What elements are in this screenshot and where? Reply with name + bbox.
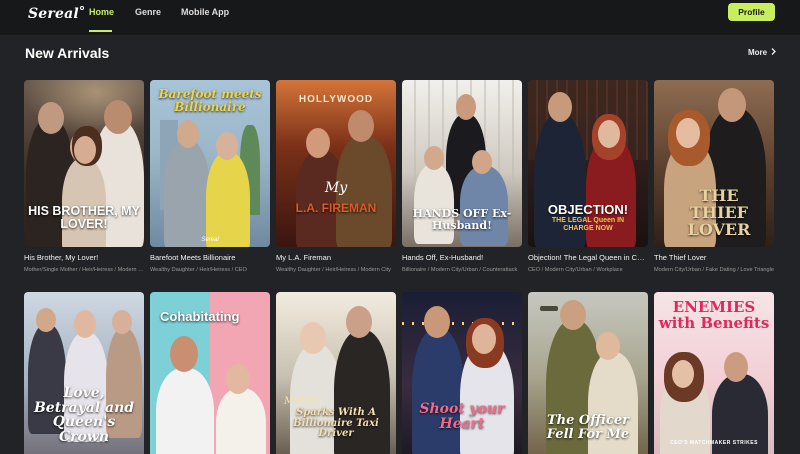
card-tags: Billionaire / Modern City/Urban / Counte… [402, 267, 518, 273]
nav-genre[interactable]: Genre [135, 7, 161, 17]
cover-sign: HOLLYWOOD [298, 94, 374, 105]
cover-title: Sparks With A Billionaire Taxi Driver [293, 407, 379, 439]
nav-home[interactable]: Home [89, 7, 114, 17]
card-tags: Wealthy Daughter / Heir/Heiress / CEO [150, 267, 247, 273]
chevron-right-icon [771, 48, 777, 57]
cover-subtitle: My [324, 180, 348, 196]
card-cover[interactable]: The Officer Fell For Me [528, 292, 648, 454]
cover-subtitle: THE LEGAL Queen IN CHARGE NOW [551, 217, 625, 233]
card-tags: Wealthy Daughter / Heir/Heiress / Modern… [276, 267, 391, 273]
section-title: New Arrivals [25, 45, 110, 61]
cover-title: ENEMIES with Benefits [658, 298, 770, 332]
cover-title: Love, Betrayal and Queen's Crown [33, 385, 135, 446]
top-nav: Sereal Home Genre Mobile App Profile [0, 0, 800, 35]
drama-card[interactable]: HIS BROTHER, MY LOVER! His Brother, My L… [24, 80, 144, 273]
card-cover[interactable]: Shoot your Heart [402, 292, 522, 454]
card-cover[interactable]: HOLLYWOOD My L.A. FIREMAN [276, 80, 396, 247]
card-tags: Mother/Single Mother / Heir/Heiress / Mo… [24, 267, 144, 273]
cover-title: OBJECTION! [547, 202, 629, 217]
cover-subtitle: Midlife [284, 396, 320, 407]
nav-active-indicator [89, 30, 112, 32]
cover-title: THE THIEF LOVER [687, 186, 751, 239]
drama-card[interactable]: OBJECTION! THE LEGAL Queen IN CHARGE NOW… [528, 80, 648, 273]
card-cover[interactable]: HANDS OFF Ex-Husband! [402, 80, 522, 247]
cover-title: L.A. FIREMAN [295, 201, 377, 215]
cover-brand: Sereal [201, 237, 219, 243]
card-title[interactable]: Barefoot Meets Billionaire [150, 253, 270, 262]
drama-card[interactable]: HANDS OFF Ex-Husband! Hands Off, Ex-Husb… [402, 80, 522, 273]
drama-card[interactable]: HOLLYWOOD My L.A. FIREMAN My L.A. Firema… [276, 80, 396, 273]
card-cover[interactable]: Love, Betrayal and Queen's Crown [24, 292, 144, 454]
cover-title: HANDS OFF Ex-Husband! [412, 207, 512, 232]
card-cover[interactable]: Cohabitating [150, 292, 270, 454]
cover-title: Barefoot meets Billionaire [158, 87, 262, 114]
card-cover[interactable]: Barefoot meets Billionaire Sereal [150, 80, 270, 247]
card-title[interactable]: My L.A. Fireman [276, 253, 396, 262]
drama-card[interactable]: Cohabitating [150, 292, 270, 454]
logo[interactable]: Sereal [28, 6, 84, 22]
card-tags: CEO / Modern City/Urban / Workplace [528, 267, 623, 273]
drama-card[interactable]: Shoot your Heart [402, 292, 522, 454]
drama-card[interactable]: Love, Betrayal and Queen's Crown [24, 292, 144, 454]
cover-title: The Officer Fell For Me [546, 413, 630, 442]
cover-title: Cohabitating [160, 309, 240, 324]
logo-mark-icon [79, 6, 84, 10]
card-cover[interactable]: OBJECTION! THE LEGAL Queen IN CHARGE NOW [528, 80, 648, 247]
cover-title: Shoot your Heart [419, 401, 505, 432]
drama-card[interactable]: The Officer Fell For Me [528, 292, 648, 454]
card-title[interactable]: Objection! The Legal Queen in Charge Now [528, 253, 648, 262]
card-title[interactable]: The Thief Lover [654, 253, 774, 262]
card-tags: Modern City/Urban / Fake Dating / Love T… [654, 267, 774, 273]
drama-card[interactable]: Barefoot meets Billionaire Sereal Barefo… [150, 80, 270, 273]
drama-card[interactable]: THE THIEF LOVER The Thief Lover Modern C… [654, 80, 774, 273]
card-title[interactable]: His Brother, My Lover! [24, 253, 144, 262]
nav-mobile-app[interactable]: Mobile App [181, 7, 229, 17]
profile-button[interactable]: Profile [728, 3, 775, 21]
drama-card[interactable]: ENEMIES with Benefits CEO'S MATCHMAKER S… [654, 292, 774, 454]
cover-title: HIS BROTHER, MY LOVER! [28, 204, 140, 232]
card-cover[interactable]: THE THIEF LOVER [654, 80, 774, 247]
more-link[interactable]: More [748, 48, 777, 57]
drama-card[interactable]: Midlife Sparks With A Billionaire Taxi D… [276, 292, 396, 454]
card-cover[interactable]: Midlife Sparks With A Billionaire Taxi D… [276, 292, 396, 454]
card-cover[interactable]: ENEMIES with Benefits CEO'S MATCHMAKER S… [654, 292, 774, 454]
more-label: More [748, 48, 768, 57]
card-cover[interactable]: HIS BROTHER, MY LOVER! [24, 80, 144, 247]
card-title[interactable]: Hands Off, Ex-Husband! [402, 253, 522, 262]
cover-subtitle: CEO'S MATCHMAKER STRIKES [670, 440, 758, 446]
